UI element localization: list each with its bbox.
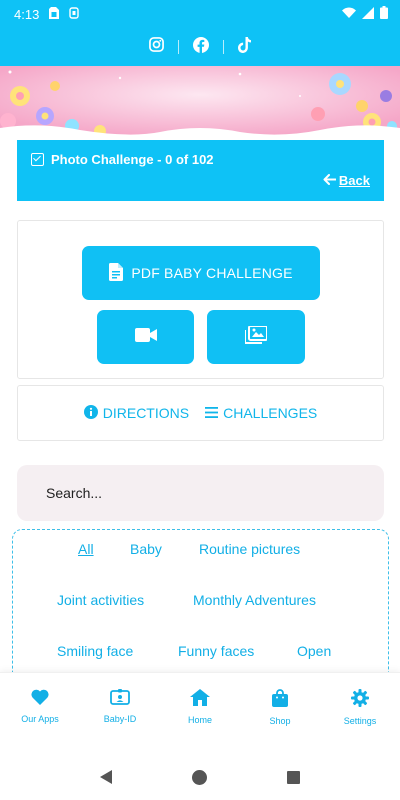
category-open[interactable]: Open xyxy=(297,643,331,659)
nav-home[interactable]: Home xyxy=(160,673,240,754)
document-icon xyxy=(109,262,124,284)
category-smiling-face[interactable]: Smiling face xyxy=(57,643,133,659)
nav-label: Settings xyxy=(343,716,377,726)
gear-icon xyxy=(351,689,369,709)
pdf-button-label: PDF BABY CHALLENGE xyxy=(131,265,293,281)
social-divider xyxy=(222,40,224,54)
app-screen: 4:13 Photo Challenge - 0 of 102 Back PDF… xyxy=(0,0,400,800)
status-time: 4:13 xyxy=(14,6,40,22)
wifi-icon xyxy=(342,7,356,22)
nav-label: Home xyxy=(187,715,212,725)
facebook-icon[interactable] xyxy=(192,36,209,58)
nav-our-apps[interactable]: Our Apps xyxy=(0,673,80,754)
shopping-bag-icon xyxy=(272,689,288,709)
category-funny-faces[interactable]: Funny faces xyxy=(178,643,254,659)
decorative-banner xyxy=(0,66,400,138)
category-filter: All Baby Routine pictures Joint activiti… xyxy=(12,529,389,689)
challenge-title: Photo Challenge - 0 of 102 xyxy=(51,152,214,167)
directions-link[interactable]: DIRECTIONS xyxy=(83,404,190,422)
recents-nav-icon[interactable] xyxy=(287,770,300,784)
back-button[interactable]: Back xyxy=(323,173,370,188)
social-bar xyxy=(0,28,400,66)
photo-gallery-button[interactable] xyxy=(207,310,305,364)
challenges-link[interactable]: CHALLENGES xyxy=(205,405,317,421)
back-nav-icon[interactable] xyxy=(100,770,112,784)
category-all[interactable]: All xyxy=(78,541,94,557)
social-divider xyxy=(177,40,179,54)
checkbox-icon xyxy=(31,153,44,166)
image-gallery-icon xyxy=(244,324,268,349)
nav-label: Our Apps xyxy=(21,714,59,724)
nav-label: Baby-ID xyxy=(103,714,137,724)
video-camera-icon xyxy=(134,327,157,347)
nav-settings[interactable]: Settings xyxy=(320,673,400,754)
signal-icon xyxy=(362,6,374,22)
category-monthly-adventures[interactable]: Monthly Adventures xyxy=(193,592,316,608)
category-baby[interactable]: Baby xyxy=(130,541,162,557)
home-icon xyxy=(190,689,210,708)
instagram-icon[interactable] xyxy=(148,37,164,57)
battery-icon xyxy=(380,6,388,22)
challenge-title-row: Photo Challenge - 0 of 102 xyxy=(31,152,214,167)
back-arrow-icon xyxy=(323,173,337,188)
back-label: Back xyxy=(338,173,370,188)
directions-label: DIRECTIONS xyxy=(102,405,190,421)
pdf-baby-challenge-button[interactable]: PDF BABY CHALLENGE xyxy=(82,246,320,300)
directions-card: DIRECTIONS CHALLENGES xyxy=(17,385,384,441)
tiktok-icon[interactable] xyxy=(237,36,252,58)
system-navigation-bar xyxy=(0,754,400,800)
menu-list-icon xyxy=(205,405,219,421)
notification-icon xyxy=(69,6,80,22)
category-joint-activities[interactable]: Joint activities xyxy=(57,592,144,608)
sim-card-icon xyxy=(49,6,60,22)
bottom-navigation: Our Apps Baby-ID Home Shop Settings xyxy=(0,672,400,754)
heart-icon xyxy=(31,689,49,707)
home-nav-icon[interactable] xyxy=(192,769,207,785)
actions-card: PDF BABY CHALLENGE xyxy=(17,220,384,379)
nav-baby-id[interactable]: Baby-ID xyxy=(80,673,160,754)
challenges-label: CHALLENGES xyxy=(223,405,318,421)
search-input[interactable] xyxy=(17,465,384,521)
status-bar: 4:13 xyxy=(0,0,400,28)
nav-shop[interactable]: Shop xyxy=(240,673,320,754)
nav-label: Shop xyxy=(269,716,291,726)
id-card-icon xyxy=(110,689,130,707)
category-routine-pictures[interactable]: Routine pictures xyxy=(199,541,300,557)
challenge-header: Photo Challenge - 0 of 102 Back xyxy=(17,140,384,201)
info-icon xyxy=(83,404,98,422)
video-button[interactable] xyxy=(97,310,194,364)
